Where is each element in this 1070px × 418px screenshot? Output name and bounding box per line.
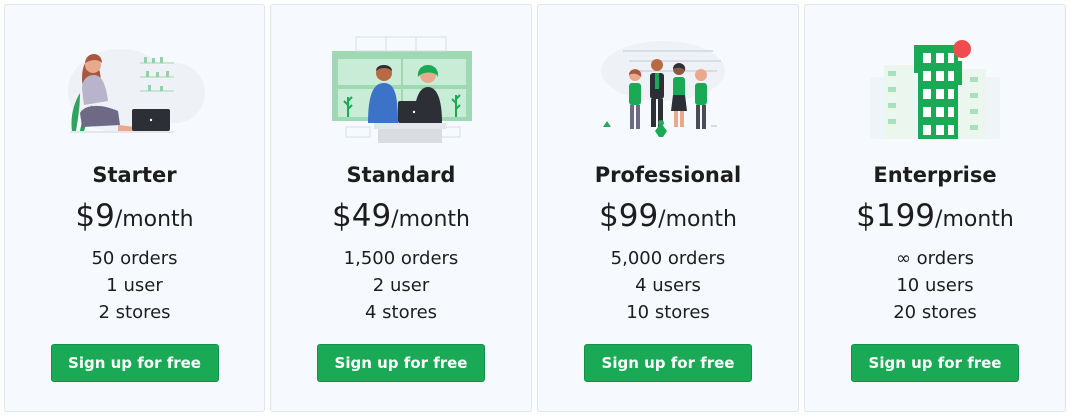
feature-orders: 50 orders xyxy=(91,248,178,269)
sign-up-button[interactable]: Sign up for free xyxy=(584,344,752,382)
office-building-illustration xyxy=(860,31,1010,143)
plan-price: $49/month xyxy=(271,198,531,234)
plan-card-standard: Standard $49/month 1,500 orders 2 user 4… xyxy=(270,4,532,412)
sign-up-button[interactable]: Sign up for free xyxy=(851,344,1019,382)
feature-users: 2 user xyxy=(372,275,430,296)
plan-name: Professional xyxy=(594,163,742,187)
plan-card-starter: Starter $9/month 50 orders 1 user 2 stor… xyxy=(4,4,265,412)
pricing-plans: Starter $9/month 50 orders 1 user 2 stor… xyxy=(0,0,1070,418)
feature-stores: 10 stores xyxy=(626,302,710,323)
plan-price: $9/month xyxy=(5,198,264,234)
feature-orders: 1,500 orders xyxy=(343,248,459,269)
feature-users: 1 user xyxy=(106,275,163,296)
plan-name: Standard xyxy=(346,163,456,187)
plan-name: Enterprise xyxy=(873,163,997,187)
plan-price: $99/month xyxy=(538,198,798,234)
sign-up-button[interactable]: Sign up for free xyxy=(317,344,485,382)
woman-with-laptop-illustration xyxy=(60,31,210,143)
feature-orders: 5,000 orders xyxy=(610,248,726,269)
plan-features: 50 orders 1 user 2 stores xyxy=(5,245,264,326)
price-period: /month xyxy=(658,207,737,232)
sign-up-button[interactable]: Sign up for free xyxy=(50,344,219,382)
plan-card-professional: Professional $99/month 5,000 orders 4 us… xyxy=(537,4,799,412)
feature-users: 4 users xyxy=(635,275,701,296)
team-of-four-illustration xyxy=(593,31,743,143)
plan-features: ∞ orders 10 users 20 stores xyxy=(805,245,1065,326)
feature-users: 10 users xyxy=(896,275,974,296)
price-amount: $9 xyxy=(75,198,115,234)
price-amount: $49 xyxy=(332,198,392,234)
price-period: /month xyxy=(935,207,1014,232)
plan-price: $199/month xyxy=(805,198,1065,234)
plan-name: Starter xyxy=(92,163,177,187)
feature-stores: 4 stores xyxy=(364,302,438,323)
price-amount: $199 xyxy=(856,198,936,234)
plan-features: 1,500 orders 2 user 4 stores xyxy=(271,245,531,326)
price-period: /month xyxy=(114,207,194,232)
feature-stores: 2 stores xyxy=(98,302,171,323)
feature-orders: ∞ orders xyxy=(895,248,975,269)
plan-features: 5,000 orders 4 users 10 stores xyxy=(538,245,798,326)
price-amount: $99 xyxy=(599,198,659,234)
feature-stores: 20 stores xyxy=(893,302,977,323)
two-people-at-desk-illustration xyxy=(326,31,476,143)
price-period: /month xyxy=(391,207,470,232)
plan-card-enterprise: Enterprise $199/month ∞ orders 10 users … xyxy=(804,4,1066,412)
